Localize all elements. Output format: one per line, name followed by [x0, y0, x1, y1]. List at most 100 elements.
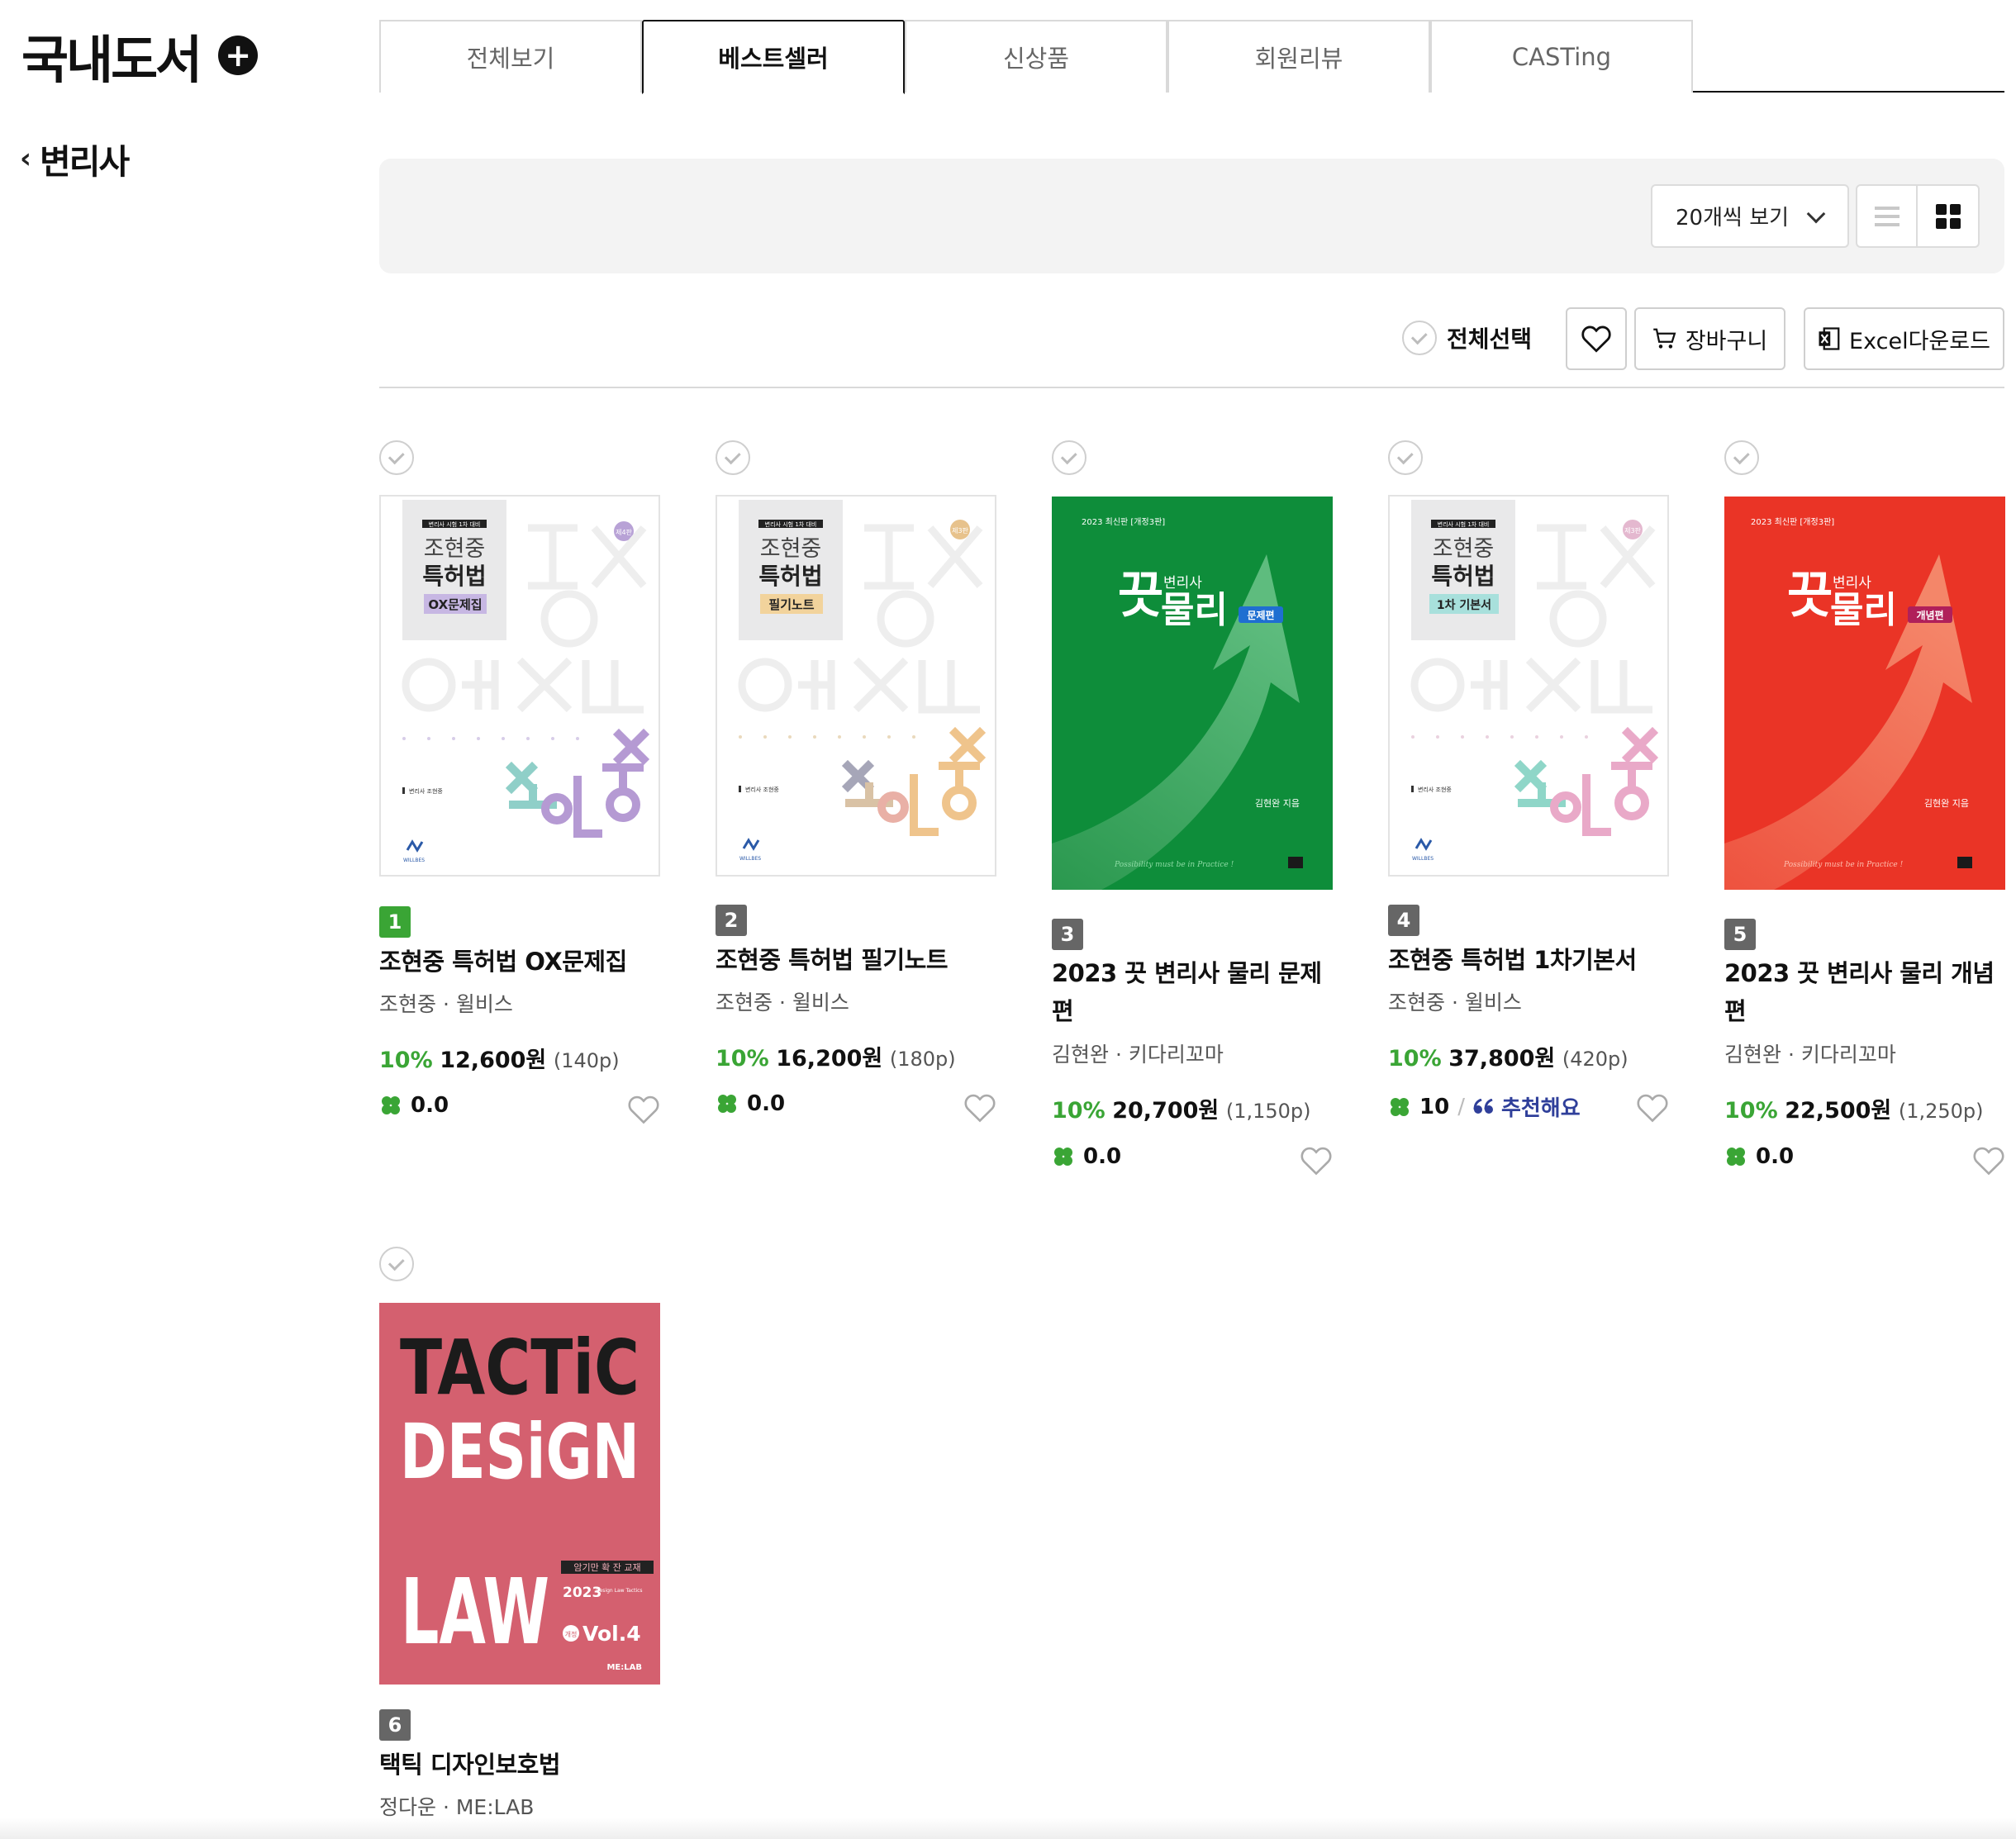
product-title[interactable]: 조현중 특허법 OX문제집 — [379, 943, 660, 981]
plus-circle-icon[interactable]: + — [218, 36, 259, 75]
author-publisher: 김현완 · 키다리꼬마 — [1052, 1043, 1224, 1067]
product-select-checkbox[interactable] — [1052, 440, 1086, 475]
cart-button-label: 장바구니 — [1685, 328, 1768, 354]
product-title[interactable]: 2023 끗 변리사 물리 문제편 — [1052, 954, 1333, 1030]
book-cover-image[interactable]: 2023 최신판 [개정3판] 끗 변리사 물리 문제편 김현완 지음 Poss… — [1052, 497, 1333, 890]
heart-icon[interactable] — [1300, 1146, 1333, 1176]
category-title-text: 국내도서 — [21, 30, 202, 90]
discount-rate: 10% — [1388, 1046, 1442, 1072]
svg-text:2023 최신판 [개정3판]: 2023 최신판 [개정3판] — [1751, 517, 1834, 527]
page-size-select[interactable]: 20개씩 보기 — [1651, 184, 1849, 248]
page-size-value: 20개씩 보기 — [1676, 206, 1790, 230]
svg-text:특허법: 특허법 — [422, 563, 486, 590]
svg-text:특허법: 특허법 — [1431, 563, 1495, 590]
wishlist-selected-button[interactable] — [1566, 307, 1627, 370]
add-to-cart-button[interactable]: 장바구니 — [1634, 307, 1785, 370]
category-title: 국내도서 + — [21, 18, 259, 93]
book-cover-image[interactable]: 변리사 시험 1차 대비 조현중 특허법 1차 기본서 제3판 변리사 조현중 … — [1388, 495, 1669, 877]
svg-text:제3판: 제3판 — [1624, 527, 1641, 535]
cart-icon — [1653, 328, 1676, 349]
page-count: (140p) — [553, 1049, 620, 1072]
svg-text:ME:LAB: ME:LAB — [606, 1663, 642, 1672]
svg-text:필기노트: 필기노트 — [768, 597, 814, 612]
tab-bestseller[interactable]: 베스트셀러 — [642, 20, 905, 94]
discount-rate: 10% — [716, 1046, 769, 1072]
author-publisher: 김현완 · 키다리꼬마 — [1724, 1043, 1896, 1067]
back-to-category-link[interactable]: ‹ 변리사 — [20, 134, 130, 183]
svg-text:변리사 시험 1차 대비: 변리사 시험 1차 대비 — [1438, 520, 1490, 528]
price: 10% 16,200원 (180p) — [716, 1040, 956, 1072]
tab-bar: 전체보기 베스트셀러 신상품 회원리뷰 CASTing — [379, 20, 2004, 94]
price: 10% 37,800원 (420p) — [1388, 1040, 1628, 1072]
heart-icon[interactable] — [1636, 1093, 1669, 1123]
rating-value: 0.0 — [1756, 1144, 1795, 1169]
rank-badge: 1 — [379, 906, 411, 938]
book-cover-image[interactable]: 변리사 시험 1차 대비 조현중 특허법 필기노트 제3판 변리사 조현중 WI… — [716, 495, 996, 877]
svg-text:끗: 끗 — [1118, 567, 1163, 625]
tab-member-review[interactable]: 회원리뷰 — [1167, 20, 1430, 93]
select-all-checkbox[interactable]: 전체선택 — [1402, 321, 1532, 355]
heart-icon[interactable] — [963, 1093, 996, 1123]
svg-text:Design Law Tactics: Design Law Tactics — [596, 1588, 643, 1594]
product-card: 2023 최신판 [개정3판] 끗 변리사 물리 개념편 김현완 지음 Poss… — [1724, 440, 2005, 1184]
product-select-checkbox[interactable] — [379, 440, 414, 475]
book-cover-image[interactable]: 변리사 시험 1차 대비 조현중 특허법 OX문제집 제4판 변리사 조현중 W… — [379, 495, 660, 877]
sale-price: 12,600원 — [440, 1048, 547, 1073]
tab-casting[interactable]: CASTing — [1430, 20, 1693, 93]
rank-badge: 2 — [716, 905, 747, 936]
svg-text:제3판: 제3판 — [952, 527, 968, 535]
rating: 10 / 추천해요 — [1388, 1091, 1581, 1122]
svg-text:변리사 시험 1차 대비: 변리사 시험 1차 대비 — [765, 520, 817, 528]
svg-text:개념편: 개념편 — [1916, 609, 1943, 621]
view-mode-toggle — [1856, 184, 1980, 248]
list-view-button[interactable] — [1857, 186, 1918, 246]
svg-text:OX문제집: OX문제집 — [428, 597, 482, 612]
product-title[interactable]: 조현중 특허법 필기노트 — [716, 941, 996, 979]
rating-value: 0.0 — [1083, 1144, 1122, 1169]
product-title[interactable]: 2023 끗 변리사 물리 개념편 — [1724, 954, 2005, 1030]
svg-text:Vol.4: Vol.4 — [582, 1622, 641, 1646]
grid-view-button[interactable] — [1918, 186, 1978, 246]
tab-new[interactable]: 신상품 — [905, 20, 1167, 93]
page-count: (1,150p) — [1225, 1100, 1311, 1123]
clover-icon — [1054, 1148, 1072, 1166]
page-count: (180p) — [889, 1048, 956, 1071]
product-title[interactable]: 조현중 특허법 1차기본서 — [1388, 941, 1669, 979]
list-view-icon — [1874, 206, 1900, 226]
svg-text:문제편: 문제편 — [1247, 609, 1274, 621]
book-cover-image[interactable]: 2023 최신판 [개정3판] 끗 변리사 물리 개념편 김현완 지음 Poss… — [1724, 497, 2005, 890]
excel-button-label: Excel다운로드 — [1849, 328, 1990, 354]
rating-value: 0.0 — [411, 1093, 449, 1118]
product-select-checkbox[interactable] — [1388, 440, 1423, 475]
svg-text:김현완 지음: 김현완 지음 — [1255, 798, 1300, 809]
heart-icon[interactable] — [627, 1095, 660, 1124]
select-all-label: 전체선택 — [1447, 326, 1533, 353]
clover-icon — [718, 1095, 736, 1113]
tab-all[interactable]: 전체보기 — [379, 20, 642, 93]
clover-icon — [382, 1096, 400, 1114]
svg-text:WILLBES: WILLBES — [1412, 856, 1434, 862]
clover-icon — [1727, 1148, 1745, 1166]
book-cover-image[interactable]: TACTiC DESiGN LAW 암기만 확 잔 교재 2023 Design… — [379, 1303, 660, 1685]
chevron-left-icon: ‹ — [20, 142, 32, 175]
author-publisher: 조현중 · 윌비스 — [379, 992, 513, 1016]
sale-price: 22,500원 — [1785, 1098, 1892, 1124]
grid-view-icon — [1935, 203, 1961, 229]
heart-icon[interactable] — [1972, 1146, 2005, 1176]
rank-badge: 5 — [1724, 919, 1756, 950]
rating-value: 0.0 — [747, 1091, 786, 1116]
product-title[interactable]: 택틱 디자인보호법 — [379, 1746, 660, 1784]
svg-text:제4판: 제4판 — [616, 529, 632, 536]
product-select-checkbox[interactable] — [716, 440, 750, 475]
divider — [379, 387, 2004, 388]
product-card: 2023 최신판 [개정3판] 끗 변리사 물리 문제편 김현완 지음 Poss… — [1052, 440, 1333, 1184]
sale-price: 20,700원 — [1112, 1098, 1220, 1124]
rating: 0.0 — [1052, 1144, 1121, 1169]
product-card: 변리사 시험 1차 대비 조현중 특허법 필기노트 제3판 변리사 조현중 WI… — [716, 440, 996, 1134]
product-select-checkbox[interactable] — [1724, 440, 1759, 475]
rank-badge: 6 — [379, 1709, 411, 1741]
product-card: 변리사 시험 1차 대비 조현중 특허법 1차 기본서 제3판 변리사 조현중 … — [1388, 440, 1669, 1134]
product-card: TACTiC DESiGN LAW 암기만 확 잔 교재 2023 Design… — [379, 1247, 660, 1825]
product-select-checkbox[interactable] — [379, 1247, 414, 1281]
excel-download-button[interactable]: Excel다운로드 — [1804, 307, 2004, 370]
